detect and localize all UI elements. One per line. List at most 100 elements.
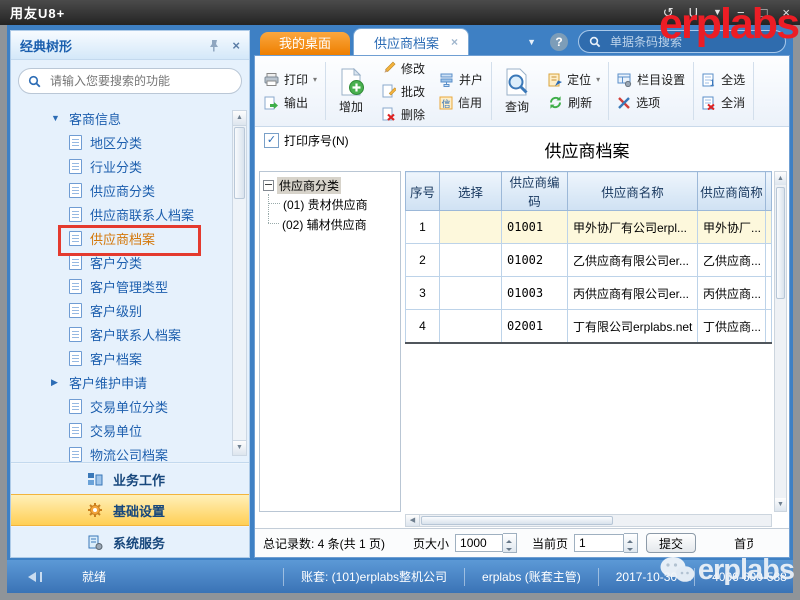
page-size-spinner[interactable] [503, 533, 517, 553]
sidebar-modules: 业务工作 基础设置 系统服务 [11, 462, 249, 557]
select-cell[interactable] [440, 211, 502, 244]
collapse-icon[interactable] [263, 180, 274, 191]
select-cell[interactable] [440, 277, 502, 310]
tree-node-precious-suppliers[interactable]: (01) 贵材供应商 [268, 194, 397, 214]
scroll-up-icon[interactable]: ▲ [775, 172, 786, 185]
document-icon [69, 399, 82, 414]
tab-my-desktop[interactable]: 我的桌面 [260, 32, 350, 55]
sidebar-item-customer-level[interactable]: 客户级别 [11, 298, 249, 322]
scrollbar-thumb[interactable] [234, 127, 245, 199]
select-all-button[interactable]: 1 全选 [702, 70, 745, 89]
scroll-down-icon[interactable]: ▼ [775, 498, 786, 511]
table-row[interactable]: 3 01003 丙供应商有限公司er... 丙供应商... [406, 277, 772, 310]
u8-application-window: { "window": { "title": "用友U8+", "control… [0, 0, 800, 600]
document-icon [69, 135, 82, 150]
col-select[interactable]: 选择 [440, 172, 502, 211]
search-icon [589, 36, 601, 48]
tab-supplier-archive[interactable]: 供应商档案 × [353, 28, 469, 55]
batch-modify-button[interactable]: 批改 [382, 82, 425, 101]
tree-node-supplier-class[interactable]: 供应商分类 [263, 177, 397, 194]
print-icon [264, 73, 279, 86]
modify-button[interactable]: 修改 [382, 59, 425, 78]
partial-cell [766, 310, 772, 344]
scrollbar-thumb[interactable] [776, 187, 785, 299]
help-button[interactable]: ? [550, 33, 568, 51]
refresh-button[interactable]: 刷新 [548, 93, 600, 112]
scroll-up-icon[interactable]: ▲ [233, 111, 246, 126]
sidebar-item-customer-archive[interactable]: 客户档案 [11, 346, 249, 370]
options-button[interactable]: 选项 [617, 93, 685, 112]
sidebar-item-trade-unit[interactable]: 交易单位 [11, 418, 249, 442]
add-icon [337, 68, 365, 96]
collapse-sidebar-icon[interactable] [23, 572, 36, 582]
print-button[interactable]: 打印 ▾ [264, 70, 317, 89]
sidebar-scrollbar[interactable]: ▲ ▼ [232, 110, 247, 456]
current-page-input[interactable] [574, 534, 624, 552]
table-row[interactable]: 4 02001 丁有限公司erplabs.net 丁供应商... [406, 310, 772, 344]
page-size-label: 页大小 [413, 535, 449, 552]
page-size-input[interactable] [455, 534, 503, 552]
merge-account-icon [439, 73, 454, 87]
scrollbar-thumb[interactable] [421, 516, 613, 525]
document-icon [69, 255, 82, 270]
sidebar-search-row [11, 60, 249, 100]
add-button[interactable]: 增加 [327, 58, 375, 124]
close-tab-icon[interactable]: × [451, 35, 458, 49]
sidebar-header: 经典树形 × [11, 31, 249, 60]
sidebar-item-supplier-class[interactable]: 供应商分类 [11, 178, 249, 202]
locate-button[interactable]: 定位 ▾ [548, 70, 600, 89]
export-icon [264, 96, 279, 110]
print-seq-checkbox[interactable]: ✓ [264, 133, 279, 148]
scroll-down-icon[interactable]: ▼ [233, 440, 246, 455]
delete-button[interactable]: 删除 [382, 105, 425, 124]
merge-account-button[interactable]: 并户 [439, 70, 483, 89]
table-vertical-scrollbar[interactable]: ▲ ▼ [774, 171, 787, 512]
table-row[interactable]: 1 01001 甲外协厂有公司erpl... 甲外协厂... [406, 211, 772, 244]
print-seq-label: 打印序号(N) [284, 132, 349, 149]
sidebar-item-supplier-contacts[interactable]: 供应商联系人档案 [11, 202, 249, 226]
sidebar-search-box[interactable] [18, 68, 242, 94]
export-button[interactable]: 输出 [264, 93, 317, 112]
module-business-work[interactable]: 业务工作 [11, 463, 249, 494]
sidebar-item-customer-mgmt-type[interactable]: 客户管理类型 [11, 274, 249, 298]
gear-icon [87, 502, 103, 518]
credit-button[interactable]: 信 信用 [439, 93, 483, 112]
module-system-services[interactable]: 系统服务 [11, 526, 249, 557]
column-settings-button[interactable]: 栏目设置 [617, 70, 685, 89]
pin-icon[interactable] [208, 39, 220, 52]
select-cell[interactable] [440, 310, 502, 344]
scroll-left-icon[interactable]: ◀ [406, 515, 420, 526]
table-row[interactable]: 2 01002 乙供应商有限公司er... 乙供应商... [406, 244, 772, 277]
tree-node-auxiliary-suppliers[interactable]: (02) 辅材供应商 [268, 214, 397, 234]
credit-icon: 信 [439, 96, 453, 110]
col-supplier-name[interactable]: 供应商名称 [568, 172, 698, 211]
col-supplier-code[interactable]: 供应商编码 [502, 172, 568, 211]
sidebar-item-logistics-archive[interactable]: 物流公司档案 [11, 442, 249, 462]
module-basic-settings[interactable]: 基础设置 [11, 494, 249, 526]
sidebar-item-region-class[interactable]: 地区分类 [11, 130, 249, 154]
col-partial [766, 172, 772, 211]
current-page-spinner[interactable] [624, 533, 638, 553]
col-supplier-abbr[interactable]: 供应商简称 [698, 172, 766, 211]
search-icon [28, 75, 41, 88]
clear-all-icon [702, 96, 716, 110]
col-seq[interactable]: 序号 [406, 172, 440, 211]
sidebar-item-customer-contacts[interactable]: 客户联系人档案 [11, 322, 249, 346]
sidebar-item-industry-class[interactable]: 行业分类 [11, 154, 249, 178]
sidebar-item-customer-maintain[interactable]: ▶ 客户维护申请 [11, 370, 249, 394]
sidebar-close-icon[interactable]: × [232, 38, 240, 53]
clear-all-button[interactable]: 全消 [702, 93, 745, 112]
query-button[interactable]: 查询 [493, 58, 541, 124]
account-set-info: 账套: (101)erplabs整机公司 [283, 568, 464, 586]
submit-button[interactable]: 提交 [646, 533, 696, 553]
sidebar-item-merchant-info[interactable]: ▼ 客商信息 [11, 106, 249, 130]
sidebar-search-input[interactable] [48, 73, 232, 89]
select-cell[interactable] [440, 244, 502, 277]
document-icon [69, 159, 82, 174]
tab-list-dropdown-icon[interactable]: ▼ [527, 37, 536, 47]
sidebar-item-trade-unit-class[interactable]: 交易单位分类 [11, 394, 249, 418]
table-horizontal-scrollbar[interactable]: ◀ [405, 514, 772, 527]
column-settings-icon [617, 73, 632, 87]
partial-cell [766, 211, 772, 244]
first-page-link[interactable]: 首页 [734, 535, 753, 552]
